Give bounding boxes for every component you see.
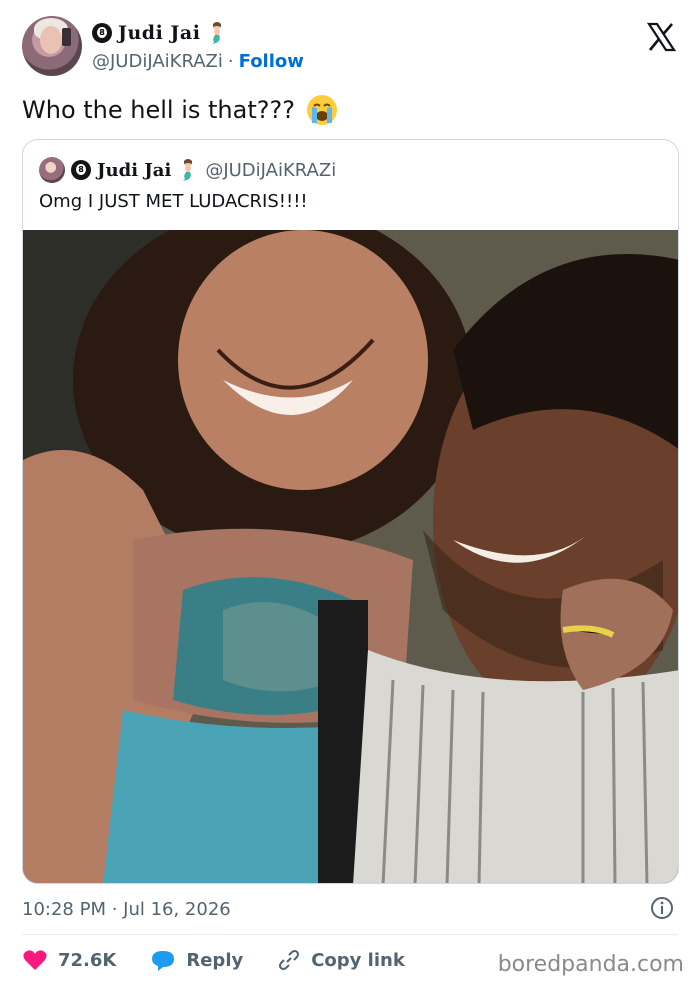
mermaid-icon (212, 22, 222, 44)
divider (22, 934, 678, 935)
tweet-text: Who the hell is that??? (22, 93, 339, 127)
eight-ball-icon (92, 23, 112, 43)
like-button[interactable]: 72.6K (22, 948, 116, 972)
reply-label: Reply (186, 949, 244, 971)
quoted-header: Judi Jai @JUDiJAiKRAZi (39, 156, 336, 184)
reply-bubble-icon (152, 951, 175, 971)
reply-button[interactable]: Reply (150, 948, 243, 972)
follow-button[interactable]: Follow (239, 51, 304, 72)
tweet-header: Judi Jai @JUDiJAiKRAZi · Follow (22, 16, 678, 78)
quoted-handle: @JUDiJAiKRAZi (205, 159, 337, 181)
info-icon[interactable] (650, 896, 674, 920)
crying-face-icon (306, 95, 337, 125)
heart-icon (23, 950, 47, 970)
timestamp-row: 10:28 PM · Jul 16, 2026 (22, 896, 678, 922)
author-display-name[interactable]: Judi Jai (118, 22, 200, 44)
copy-link-label: Copy link (311, 949, 405, 971)
watermark: boredpanda.com (497, 952, 684, 977)
author-avatar[interactable] (22, 16, 82, 76)
eight-ball-icon (71, 160, 91, 180)
action-bar: 72.6K Reply Copy link (22, 946, 439, 974)
author-handle-row: @JUDiJAiKRAZi · Follow (92, 51, 304, 72)
mermaid-icon (183, 159, 193, 181)
link-icon (279, 950, 300, 970)
quoted-tweet-card[interactable]: Judi Jai @JUDiJAiKRAZi Omg I JUST MET LU… (22, 139, 679, 884)
quoted-text: Omg I JUST MET LUDACRIS!!!! (39, 191, 308, 212)
quoted-photo[interactable] (23, 230, 679, 884)
author-name-row[interactable]: Judi Jai (92, 20, 228, 46)
quoted-avatar (39, 157, 65, 183)
author-handle[interactable]: @JUDiJAiKRAZi (92, 51, 223, 72)
quoted-display-name: Judi Jai (97, 159, 172, 181)
copy-link-button[interactable]: Copy link (277, 948, 405, 972)
like-count: 72.6K (58, 949, 117, 971)
timestamp[interactable]: 10:28 PM · Jul 16, 2026 (22, 899, 231, 920)
x-logo-icon[interactable] (646, 22, 676, 52)
tweet-body: Who the hell is that??? (22, 96, 295, 124)
